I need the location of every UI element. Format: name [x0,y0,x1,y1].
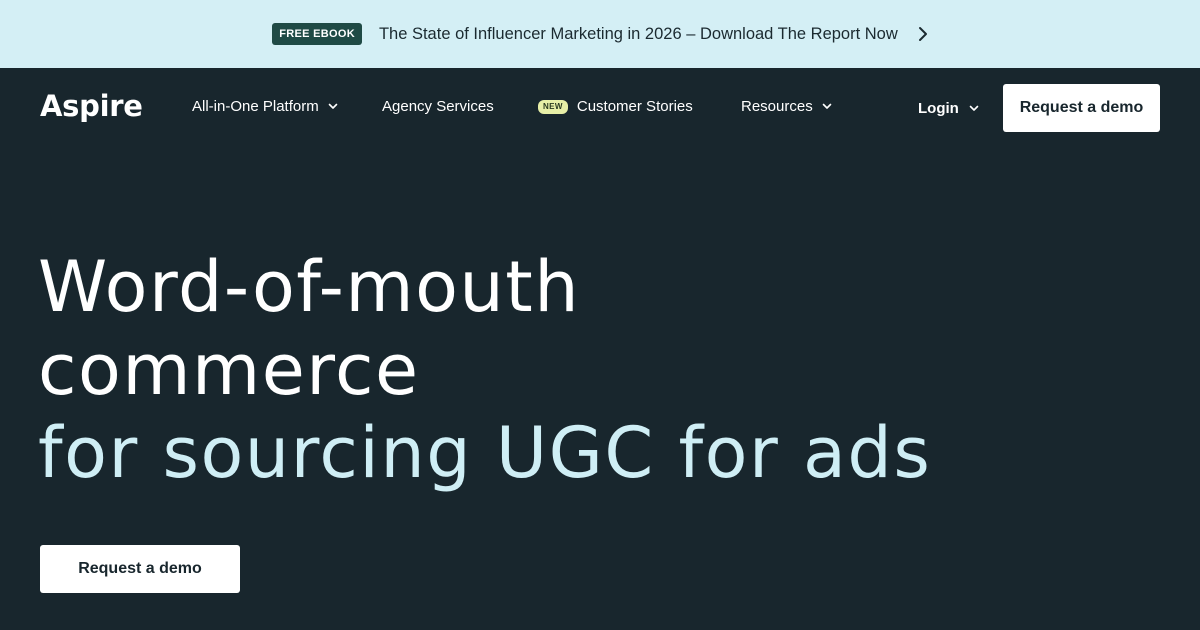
announcement-text: The State of Influencer Marketing in 202… [378,24,898,43]
nav-item-all-in-one-platform[interactable]: All-in-One Platform [192,98,338,115]
announcement-link[interactable]: FREE EBOOK The State of Influencer Marke… [272,23,928,45]
new-badge: NEW [538,99,568,114]
hero-line-3: for sourcing UGC for ads [38,412,932,494]
chevron-right-icon [918,26,928,42]
free-ebook-badge: FREE EBOOK [272,23,362,45]
nav-item-label: Resources [741,98,813,115]
request-demo-nav-button[interactable]: Request a demo [1003,84,1160,132]
login-dropdown[interactable]: Login [918,100,979,117]
announcement-bar: FREE EBOOK The State of Influencer Marke… [0,0,1200,68]
chevron-down-icon [969,105,979,112]
nav-item-customer-stories[interactable]: NEW Customer Stories [538,98,693,115]
nav-item-label: Agency Services [382,98,494,115]
hero-headline: Word-of-mouth commerce for sourcing UGC … [38,246,931,495]
chevron-down-icon [822,103,832,110]
nav-item-label: All-in-One Platform [192,98,319,115]
login-label: Login [918,100,959,117]
hero-line-1: Word-of-mouth [38,246,581,328]
main-nav: Aspire All-in-One Platform Agency Servic… [0,68,1200,148]
hero-line-2: commerce [38,329,420,411]
nav-item-agency-services[interactable]: Agency Services [382,98,494,115]
nav-item-label: Customer Stories [576,98,693,115]
request-demo-hero-button[interactable]: Request a demo [40,545,240,593]
nav-item-resources[interactable]: Resources [741,98,832,115]
aspire-logo[interactable]: Aspire [40,89,143,123]
chevron-down-icon [328,103,338,110]
